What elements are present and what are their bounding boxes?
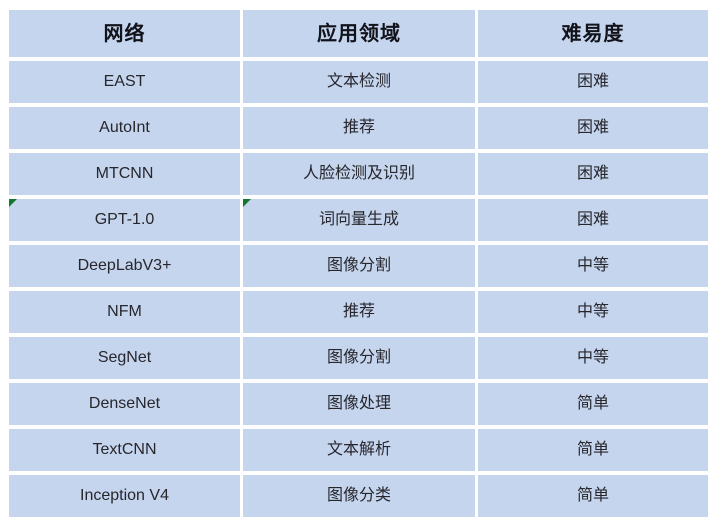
column-header-domain[interactable]: 应用领域	[243, 10, 475, 57]
cell-level[interactable]: 困难	[478, 199, 708, 241]
cell-network[interactable]: Inception V4	[9, 475, 240, 517]
cell-network-text: DeepLabV3+	[77, 257, 172, 275]
cell-domain-text: 词向量生成	[318, 211, 399, 229]
cell-domain-text: 人脸检测及识别	[302, 165, 415, 183]
comment-triangle-icon	[9, 199, 17, 207]
cell-level[interactable]: 中等	[478, 337, 708, 379]
cell-domain-text: 图像分割	[326, 349, 391, 367]
table-row: EAST 文本检测 困难	[9, 61, 708, 103]
cell-network[interactable]: AutoInt	[9, 107, 240, 149]
cell-network-text: SegNet	[97, 349, 152, 367]
cell-network[interactable]: DeepLabV3+	[9, 245, 240, 287]
cell-level-text: 困难	[576, 211, 609, 229]
column-header-network-label: 网络	[103, 22, 146, 45]
header-row: 网络 应用领域 难易度	[9, 10, 708, 57]
cell-level-text: 简单	[576, 441, 609, 459]
cell-domain[interactable]: 图像分割	[243, 337, 475, 379]
cell-domain-text: 推荐	[342, 119, 375, 137]
cell-domain[interactable]: 人脸检测及识别	[243, 153, 475, 195]
cell-level-text: 中等	[576, 349, 609, 367]
cell-level-text: 中等	[576, 257, 609, 275]
cell-level[interactable]: 中等	[478, 291, 708, 333]
column-header-level[interactable]: 难易度	[478, 10, 708, 57]
cell-level[interactable]: 困难	[478, 61, 708, 103]
neural-network-overview-table: 网络 应用领域 难易度 EAST 文本检测 困难 AutoInt 推荐 困难 MTCNN 人脸…	[6, 6, 711, 521]
cell-level-text: 困难	[576, 119, 609, 137]
cell-domain-text: 图像分类	[326, 487, 391, 505]
cell-level[interactable]: 简单	[478, 475, 708, 517]
cell-level[interactable]: 中等	[478, 245, 708, 287]
cell-network-text: TextCNN	[92, 441, 157, 459]
cell-domain-text: 图像处理	[326, 395, 391, 413]
cell-domain-text: 推荐	[342, 303, 375, 321]
cell-domain[interactable]: 词向量生成	[243, 199, 475, 241]
table-row: GPT-1.0 词向量生成 困难	[9, 199, 708, 241]
cell-network[interactable]: SegNet	[9, 337, 240, 379]
cell-domain-text: 文本检测	[326, 73, 391, 91]
cell-network[interactable]: EAST	[9, 61, 240, 103]
cell-network[interactable]: DenseNet	[9, 383, 240, 425]
cell-network-text: Inception V4	[80, 487, 169, 505]
table-row: SegNet 图像分割 中等	[9, 337, 708, 379]
table-row: DenseNet 图像处理 简单	[9, 383, 708, 425]
cell-domain[interactable]: 文本检测	[243, 61, 475, 103]
table-row: AutoInt 推荐 困难	[9, 107, 708, 149]
cell-domain[interactable]: 文本解析	[243, 429, 475, 471]
table-row: DeepLabV3+ 图像分割 中等	[9, 245, 708, 287]
cell-network[interactable]: GPT-1.0	[9, 199, 240, 241]
cell-network[interactable]: TextCNN	[9, 429, 240, 471]
cell-network[interactable]: NFM	[9, 291, 240, 333]
cell-network-text: DenseNet	[88, 395, 161, 413]
table-row: TextCNN 文本解析 简单	[9, 429, 708, 471]
cell-network-text: GPT-1.0	[94, 211, 155, 229]
cell-level[interactable]: 简单	[478, 429, 708, 471]
cell-domain[interactable]: 图像分割	[243, 245, 475, 287]
cell-domain[interactable]: 推荐	[243, 291, 475, 333]
cell-level-text: 困难	[576, 73, 609, 91]
cell-domain-text: 图像分割	[326, 257, 391, 275]
cell-network-text: NFM	[107, 303, 142, 321]
cell-level[interactable]: 困难	[478, 153, 708, 195]
column-header-level-label: 难易度	[561, 22, 625, 45]
table-row: MTCNN 人脸检测及识别 困难	[9, 153, 708, 195]
cell-level[interactable]: 简单	[478, 383, 708, 425]
cell-level[interactable]: 困难	[478, 107, 708, 149]
cell-network-text: AutoInt	[99, 119, 150, 137]
table-row: NFM 推荐 中等	[9, 291, 708, 333]
cell-domain[interactable]: 图像分类	[243, 475, 475, 517]
cell-network[interactable]: MTCNN	[9, 153, 240, 195]
comment-triangle-icon	[243, 199, 251, 207]
spreadsheet-canvas: 网络 应用领域 难易度 EAST 文本检测 困难 AutoInt 推荐 困难 MTCNN 人脸…	[0, 0, 713, 521]
cell-level-text: 困难	[576, 165, 609, 183]
table-row: Inception V4 图像分类 简单	[9, 475, 708, 517]
cell-level-text: 中等	[576, 303, 609, 321]
cell-domain[interactable]: 推荐	[243, 107, 475, 149]
cell-domain-text: 文本解析	[326, 441, 391, 459]
table-header: 网络 应用领域 难易度	[9, 10, 708, 57]
cell-network-text: MTCNN	[95, 165, 154, 183]
column-header-network[interactable]: 网络	[9, 10, 240, 57]
column-header-domain-label: 应用领域	[317, 22, 401, 45]
cell-network-text: EAST	[103, 73, 146, 91]
cell-domain[interactable]: 图像处理	[243, 383, 475, 425]
cell-level-text: 简单	[576, 395, 609, 413]
cell-level-text: 简单	[576, 487, 609, 505]
table-body: EAST 文本检测 困难 AutoInt 推荐 困难 MTCNN 人脸检测及识别 困难 GPT-1…	[9, 61, 708, 517]
